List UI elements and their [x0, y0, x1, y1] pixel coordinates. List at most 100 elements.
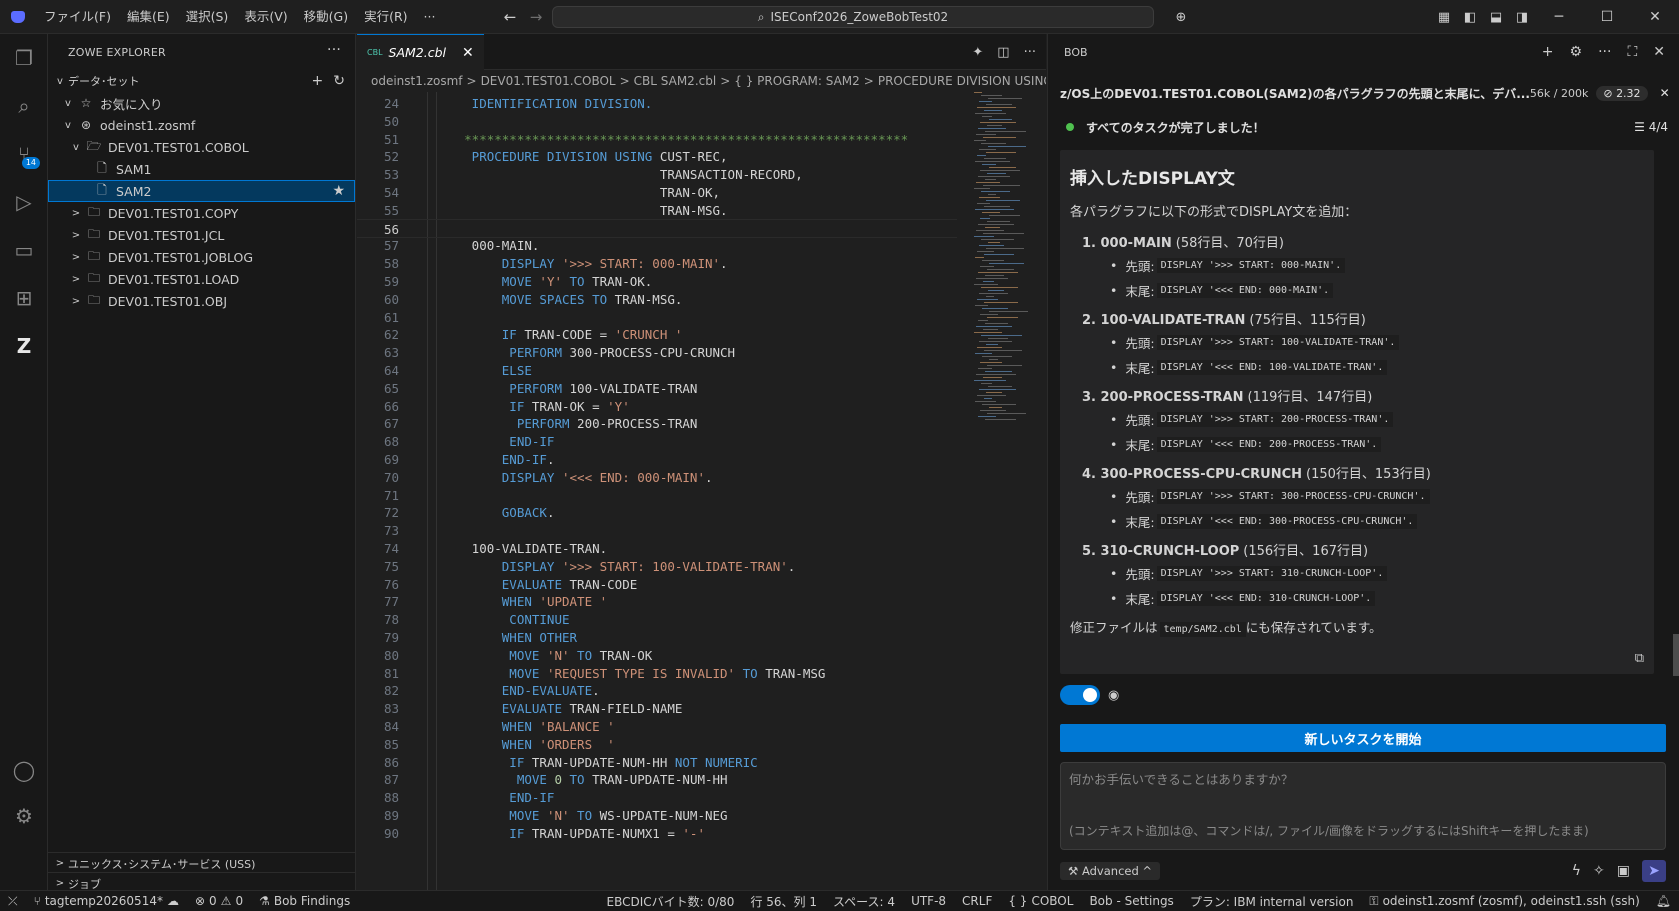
- code-line[interactable]: 74 100-VALIDATE-TRAN.: [357, 539, 957, 558]
- copilot-icon[interactable]: ⊕: [1168, 4, 1194, 30]
- add-profile-icon[interactable]: +: [312, 73, 324, 89]
- code-line[interactable]: 83 EVALUATE TRAN-FIELD-NAME: [357, 699, 957, 718]
- close-task-icon[interactable]: ✕: [1660, 86, 1670, 100]
- code-line[interactable]: 56: [357, 218, 957, 238]
- menu-item[interactable]: ファイル(F): [36, 0, 119, 34]
- remote-explorer-icon[interactable]: ▭: [0, 226, 48, 274]
- auto-approve-toggle[interactable]: [1060, 685, 1100, 705]
- zowe-explorer-icon[interactable]: Z: [0, 322, 48, 370]
- code-line[interactable]: 68 END-IF: [357, 432, 957, 451]
- search-view-icon[interactable]: ⌕: [0, 82, 48, 130]
- datasets-section-header[interactable]: v データ･セット + ↻: [48, 70, 355, 92]
- tab-sam2[interactable]: CBL SAM2.cbl ✕: [357, 34, 484, 70]
- tree-item[interactable]: 🗋︎ SAM2 ★: [48, 180, 355, 202]
- plan-status[interactable]: プラン: IBM internal version: [1182, 893, 1362, 910]
- code-line[interactable]: 69 END-IF.: [357, 450, 957, 469]
- code-line[interactable]: 89 MOVE 'N' TO WS-UPDATE-NUM-NEG: [357, 806, 957, 825]
- bob-settings-status[interactable]: Bob - Settings: [1081, 894, 1181, 908]
- forward-arrow-icon[interactable]: →: [523, 8, 549, 26]
- tree-item[interactable]: v 🗁︎ DEV01.TEST01.COBOL: [48, 136, 355, 158]
- code-line[interactable]: 71: [357, 486, 957, 505]
- code-line[interactable]: 84 WHEN 'BALANCE ': [357, 717, 957, 736]
- code-line[interactable]: 52 PROCEDURE DIVISION USING CUST-REC,: [357, 147, 957, 166]
- code-line[interactable]: 76 EVALUATE TRAN-CODE: [357, 575, 957, 594]
- problems-status[interactable]: ⊗ 0 ⚠ 0: [187, 894, 251, 908]
- code-line[interactable]: 55 TRAN-MSG.: [357, 201, 957, 220]
- more-actions-icon[interactable]: ···: [327, 42, 341, 58]
- breadcrumb-item[interactable]: DEV01.TEST01.COBOL: [481, 74, 616, 88]
- notifications-icon[interactable]: 🔔︎: [1648, 894, 1679, 908]
- accounts-icon[interactable]: ◯: [0, 746, 48, 794]
- code-line[interactable]: 88 END-IF: [357, 788, 957, 807]
- encoding-status[interactable]: UTF-8: [903, 894, 954, 908]
- code-line[interactable]: 65 PERFORM 100-VALIDATE-TRAN: [357, 379, 957, 398]
- split-editor-icon[interactable]: ◫: [997, 45, 1009, 60]
- code-line[interactable]: 87 MOVE 0 TO TRAN-UPDATE-NUM-HH: [357, 770, 957, 789]
- extensions-icon[interactable]: ⊞: [0, 274, 48, 322]
- remote-connection-status[interactable]: ⚿ odeinst1.zosmf (zosmf), odeinst1.ssh (…: [1361, 894, 1647, 909]
- back-arrow-icon[interactable]: ←: [497, 8, 523, 26]
- tree-item[interactable]: v ☆ お気に入り: [48, 92, 355, 114]
- new-chat-icon[interactable]: +: [1542, 44, 1554, 60]
- source-control-icon[interactable]: ⑂ 14: [0, 130, 48, 178]
- menu-item[interactable]: 選択(S): [178, 0, 237, 34]
- toggle-panel-icon[interactable]: ⬓: [1483, 4, 1509, 30]
- chat-more-icon[interactable]: ···: [1598, 44, 1611, 60]
- menu-item[interactable]: ···: [416, 0, 444, 34]
- tree-item[interactable]: > 🗀︎ DEV01.TEST01.COPY: [48, 202, 355, 224]
- new-task-button[interactable]: 新しいタスクを開始: [1060, 724, 1666, 752]
- code-line[interactable]: 50: [357, 112, 957, 131]
- code-line[interactable]: 79 WHEN OTHER: [357, 628, 957, 647]
- code-line[interactable]: 70 DISPLAY '<<< END: 000-MAIN'.: [357, 468, 957, 487]
- code-line[interactable]: 59 MOVE 'Y' TO TRAN-OK.: [357, 272, 957, 291]
- menu-item[interactable]: 移動(G): [296, 0, 356, 34]
- code-line[interactable]: 85 WHEN 'ORDERS ': [357, 735, 957, 754]
- customize-layout-icon[interactable]: ▦: [1431, 4, 1457, 30]
- maximize-button[interactable]: ☐: [1583, 0, 1631, 34]
- language-status[interactable]: { } COBOL: [1000, 894, 1081, 908]
- tree-item[interactable]: > 🗀︎ DEV01.TEST01.JCL: [48, 224, 355, 246]
- tree-item[interactable]: > 🗀︎ DEV01.TEST01.LOAD: [48, 268, 355, 290]
- code-line[interactable]: 63 PERFORM 300-PROCESS-CPU-CRUNCH: [357, 343, 957, 362]
- code-line[interactable]: 57 000-MAIN.: [357, 236, 957, 255]
- breadcrumb-item[interactable]: PROCEDURE DIVISION USING C: [878, 74, 1046, 88]
- breadcrumb-item[interactable]: CBL SAM2.cbl: [634, 74, 717, 88]
- code-line[interactable]: 75 DISPLAY '>>> START: 100-VALIDATE-TRAN…: [357, 557, 957, 576]
- task-header[interactable]: z/OS上のDEV01.TEST01.COBOL(SAM2)の各パラグラフの先頭…: [1060, 78, 1670, 108]
- bob-action-icon[interactable]: ✦: [972, 45, 983, 60]
- settings-gear-icon[interactable]: ⚙: [0, 792, 48, 840]
- code-line[interactable]: 90 IF TRAN-UPDATE-NUMX1 = '-': [357, 824, 957, 843]
- mode-selector[interactable]: ⚒ Advanced ^: [1060, 862, 1161, 880]
- ebcdic-status[interactable]: EBCDICバイト数: 0/80: [599, 893, 743, 910]
- code-line[interactable]: 58 DISPLAY '>>> START: 000-MAIN'.: [357, 254, 957, 273]
- chat-settings-icon[interactable]: ⚙: [1570, 44, 1583, 60]
- code-line[interactable]: 81 MOVE 'REQUEST TYPE IS INVALID' TO TRA…: [357, 664, 957, 683]
- breadcrumb-item[interactable]: { } PROGRAM: SAM2: [734, 74, 860, 88]
- branch-status[interactable]: ⑂ tagtemp20260514* ☁: [26, 894, 187, 908]
- code-line[interactable]: 61: [357, 308, 957, 327]
- minimize-button[interactable]: ─: [1535, 0, 1583, 34]
- cursor-position[interactable]: 行 56、列 1: [742, 893, 825, 910]
- menu-item[interactable]: 実行(R): [356, 0, 415, 34]
- minimap[interactable]: [970, 92, 1032, 432]
- code-line[interactable]: 82 END-EVALUATE.: [357, 681, 957, 700]
- code-line[interactable]: 54 TRAN-OK,: [357, 183, 957, 202]
- send-icon[interactable]: ➤: [1642, 860, 1666, 882]
- toggle-primary-sidebar-icon[interactable]: ◧: [1457, 4, 1483, 30]
- code-line[interactable]: 53 TRANSACTION-RECORD,: [357, 165, 957, 184]
- code-editor[interactable]: 24 IDENTIFICATION DIVISION. 50 51 ********…: [357, 92, 1046, 890]
- code-line[interactable]: 80 MOVE 'N' TO TRAN-OK: [357, 646, 957, 665]
- code-line[interactable]: 64 ELSE: [357, 361, 957, 380]
- copy-icon[interactable]: ⧉: [1635, 651, 1644, 666]
- enhance-prompt-icon[interactable]: ✧: [1593, 863, 1605, 879]
- refresh-icon[interactable]: ↻: [333, 73, 345, 89]
- menu-item[interactable]: 表示(V): [236, 0, 295, 34]
- tree-item[interactable]: > 🗀︎ DEV01.TEST01.JOBLOG: [48, 246, 355, 268]
- chat-scrollbar[interactable]: [1673, 634, 1679, 676]
- favorite-star-icon[interactable]: ★: [332, 183, 345, 199]
- tree-item[interactable]: v ⊛ odeinst1.zosmf: [48, 114, 355, 136]
- eol-status[interactable]: CRLF: [954, 894, 1000, 908]
- lightning-icon[interactable]: ϟ: [1572, 863, 1581, 879]
- code-line[interactable]: 62 IF TRAN-CODE = 'CRUNCH ': [357, 325, 957, 344]
- run-debug-icon[interactable]: ▷: [0, 178, 48, 226]
